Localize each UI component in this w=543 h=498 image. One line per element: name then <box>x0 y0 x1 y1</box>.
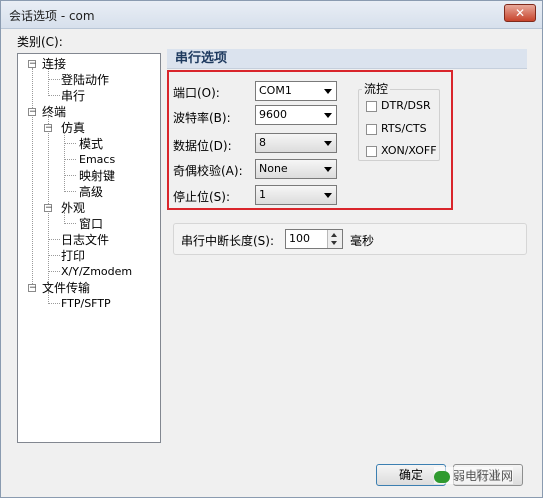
databits-label: 数据位(D): <box>173 139 232 153</box>
baud-label: 波特率(B): <box>173 111 231 125</box>
tree-line <box>48 68 49 94</box>
break-length-value: 100 <box>289 232 310 245</box>
tree-line <box>32 68 33 288</box>
tree-line <box>48 79 60 80</box>
tree-item-printing[interactable]: 打印 <box>61 249 85 263</box>
tree-item-ftp-sftp[interactable]: FTP/SFTP <box>61 297 111 311</box>
checkbox-icon <box>366 123 377 135</box>
dtr-dsr-checkbox[interactable]: DTR/DSR <box>366 99 431 112</box>
break-length-spinner[interactable]: 100 <box>285 229 343 249</box>
checkbox-icon <box>366 145 377 157</box>
stopbits-select[interactable]: 1 <box>255 185 337 205</box>
parity-label: 奇偶校验(A): <box>173 164 243 178</box>
port-label: 端口(O): <box>173 86 220 100</box>
tree-collapse-icon[interactable]: − <box>44 204 53 213</box>
tree-item-window[interactable]: 窗口 <box>79 217 103 231</box>
checkbox-icon <box>366 100 377 112</box>
tree-item-advanced[interactable]: 高级 <box>79 185 103 199</box>
tree-line <box>64 143 76 144</box>
wechat-icon <box>434 470 450 483</box>
tree-item-mapped-keys[interactable]: 映射键 <box>79 169 115 183</box>
watermark: 弱电行业网 <box>434 467 514 484</box>
baud-value: 9600 <box>259 108 287 121</box>
break-length-label: 串行中断长度(S): <box>181 234 275 248</box>
title-bar: 会话选项 - com ✕ <box>1 1 542 29</box>
flow-control-label: 流控 <box>362 80 391 97</box>
tree-line <box>48 95 60 96</box>
parity-select[interactable]: None <box>255 159 337 179</box>
tree-line <box>48 255 60 256</box>
parity-value: None <box>259 162 288 175</box>
tree-line <box>64 191 76 192</box>
tree-item-appearance[interactable]: 外观 <box>61 201 85 215</box>
chevron-down-icon <box>324 141 332 146</box>
session-options-window: 会话选项 - com ✕ 类别(C): − 连接 登陆动作 串行 − 终端 − … <box>0 0 543 498</box>
baud-select[interactable]: 9600 <box>255 105 337 125</box>
tree-collapse-icon[interactable]: − <box>28 108 37 117</box>
close-button[interactable]: ✕ <box>504 4 536 22</box>
stopbits-label: 停止位(S): <box>173 190 231 204</box>
tree-item-emulation[interactable]: 仿真 <box>61 121 85 135</box>
chevron-down-icon <box>324 167 332 172</box>
tree-collapse-icon[interactable]: − <box>44 124 53 133</box>
tree-item-emacs[interactable]: Emacs <box>79 153 115 167</box>
rts-cts-checkbox[interactable]: RTS/CTS <box>366 122 427 135</box>
tree-line <box>64 132 65 192</box>
port-value: COM1 <box>259 84 292 97</box>
tree-line <box>64 175 76 176</box>
port-select[interactable]: COM1 <box>255 81 337 101</box>
break-length-unit: 毫秒 <box>350 234 375 248</box>
tree-line <box>64 223 76 224</box>
chevron-down-icon <box>324 193 332 198</box>
tree-item-terminal[interactable]: 终端 <box>42 105 66 119</box>
section-header: 串行选项 <box>167 49 527 69</box>
tree-item-log-file[interactable]: 日志文件 <box>61 233 109 247</box>
category-tree[interactable]: − 连接 登陆动作 串行 − 终端 − 仿真 模式 Emacs 映射键 高级 −… <box>17 53 161 443</box>
tree-item-xyzmodem[interactable]: X/Y/Zmodem <box>61 265 132 279</box>
chevron-down-icon <box>324 89 332 94</box>
databits-select[interactable]: 8 <box>255 133 337 153</box>
xon-xoff-checkbox[interactable]: XON/XOFF <box>366 144 437 157</box>
tree-item-serial[interactable]: 串行 <box>61 89 86 103</box>
tree-line <box>48 271 60 272</box>
tree-line <box>48 303 60 304</box>
chevron-down-icon[interactable] <box>331 241 337 245</box>
tree-line <box>48 239 60 240</box>
databits-value: 8 <box>259 136 266 149</box>
tree-collapse-icon[interactable]: − <box>28 60 37 69</box>
chevron-up-icon[interactable] <box>331 233 337 237</box>
window-title: 会话选项 - com <box>9 9 95 23</box>
category-label: 类别(C): <box>17 35 63 49</box>
tree-item-logon-actions[interactable]: 登陆动作 <box>61 73 109 87</box>
tree-collapse-icon[interactable]: − <box>28 284 37 293</box>
spinner-buttons[interactable] <box>327 230 342 248</box>
tree-line <box>64 159 76 160</box>
tree-item-connection[interactable]: 连接 <box>42 57 66 71</box>
tree-item-file-transfer[interactable]: 文件传输 <box>42 281 90 295</box>
chevron-down-icon <box>324 113 332 118</box>
tree-item-modes[interactable]: 模式 <box>79 137 103 151</box>
stopbits-value: 1 <box>259 188 266 201</box>
